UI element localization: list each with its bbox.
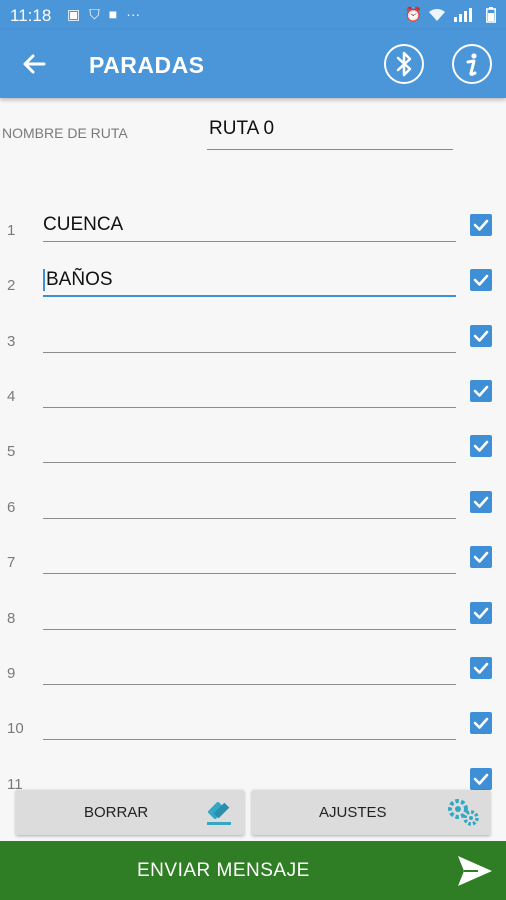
more-notifications-icon: ··· [126, 6, 141, 22]
status-bar: 11:18 ▣ ⛉ ■ ··· ⏰ [0, 0, 506, 30]
stop-row: 7 [0, 532, 506, 580]
stop-number: 1 [7, 222, 16, 239]
stop-number: 8 [7, 610, 16, 627]
info-icon [466, 53, 477, 76]
stop-number: 7 [7, 554, 16, 571]
text-cursor [43, 269, 45, 291]
route-name-input[interactable]: RUTA 0 [207, 118, 453, 150]
checkmark-icon [473, 440, 489, 452]
stop-input[interactable] [43, 764, 456, 790]
stop-number: 2 [7, 277, 16, 294]
app-bar: PARADAS [0, 30, 506, 98]
stop-row: 2 BAÑOS [0, 255, 506, 303]
checkmark-icon [473, 330, 489, 342]
stop-number: 3 [7, 333, 16, 350]
bluetooth-button[interactable] [384, 44, 424, 84]
settings-button-label: AJUSTES [319, 804, 387, 821]
stop-input[interactable] [43, 542, 456, 574]
stop-checkbox[interactable] [470, 435, 492, 457]
stop-input[interactable] [43, 487, 456, 519]
bluetooth-icon [396, 51, 412, 77]
arrow-back-icon [23, 54, 46, 74]
notification-icons: ▣ ⛉ ■ ··· [67, 6, 140, 23]
settings-button[interactable]: AJUSTES [252, 790, 490, 835]
stop-checkbox[interactable] [470, 768, 492, 790]
stop-input[interactable]: CUENCA [43, 210, 456, 242]
image-notification-icon: ▣ [67, 6, 81, 22]
stop-row: 3 [0, 311, 506, 359]
stop-number: 9 [7, 665, 16, 682]
stop-input[interactable] [43, 321, 456, 353]
stop-row: 5 [0, 421, 506, 469]
page-title: PARADAS [89, 52, 205, 78]
checkmark-icon [473, 219, 489, 231]
stop-row: 6 [0, 477, 506, 525]
send-message-button[interactable]: ENVIAR MENSAJE [0, 841, 506, 900]
shield-notification-icon: ⛉ [89, 6, 100, 22]
stop-checkbox[interactable] [470, 657, 492, 679]
stop-input[interactable] [43, 653, 456, 685]
stop-input[interactable]: BAÑOS [43, 265, 456, 297]
stop-checkbox[interactable] [470, 380, 492, 402]
checkmark-icon [473, 385, 489, 397]
stop-row: 1 CUENCA [0, 200, 506, 248]
checkmark-icon [473, 551, 489, 563]
stop-row: 8 [0, 588, 506, 636]
stop-row: 9 [0, 643, 506, 691]
checkmark-icon [473, 662, 489, 674]
stop-number: 11 [7, 776, 23, 790]
stop-checkbox[interactable] [470, 602, 492, 624]
route-name-label: NOMBRE DE RUTA [2, 125, 128, 141]
stop-number: 5 [7, 443, 16, 460]
stop-checkbox[interactable] [470, 269, 492, 291]
stop-input[interactable] [43, 431, 456, 463]
info-button[interactable] [452, 44, 492, 84]
stop-checkbox[interactable] [470, 546, 492, 568]
clear-button-label: BORRAR [84, 804, 149, 821]
stop-input[interactable] [43, 598, 456, 630]
stop-number: 4 [7, 388, 16, 405]
gears-icon [448, 799, 479, 826]
bag-notification-icon: ■ [108, 6, 118, 22]
stop-row: 4 [0, 366, 506, 414]
stop-checkbox[interactable] [470, 712, 492, 734]
send-icon [458, 856, 492, 886]
system-icons: ⏰ [405, 6, 496, 23]
alarm-icon: ⏰ [404, 6, 422, 22]
stop-number: 10 [7, 720, 24, 737]
stop-row: 10 [0, 698, 506, 746]
signal-icon [454, 7, 472, 22]
stop-input[interactable] [43, 708, 456, 740]
checkmark-icon [473, 274, 489, 286]
checkmark-icon [473, 496, 489, 508]
clear-button[interactable]: BORRAR [16, 790, 244, 835]
checkmark-icon [473, 607, 489, 619]
stop-checkbox[interactable] [470, 325, 492, 347]
checkmark-icon [473, 773, 489, 785]
stop-checkbox[interactable] [470, 214, 492, 236]
stop-input-text: BAÑOS [46, 269, 113, 291]
stop-checkbox[interactable] [470, 491, 492, 513]
stop-row: 11 [0, 754, 506, 790]
send-message-label: ENVIAR MENSAJE [137, 860, 310, 881]
status-time: 11:18 [10, 6, 52, 25]
checkmark-icon [473, 717, 489, 729]
stop-input[interactable] [43, 376, 456, 408]
back-button[interactable] [18, 48, 50, 80]
wifi-icon [429, 8, 445, 21]
stop-number: 6 [7, 499, 16, 516]
battery-icon [486, 6, 496, 23]
eraser-icon [207, 801, 231, 825]
